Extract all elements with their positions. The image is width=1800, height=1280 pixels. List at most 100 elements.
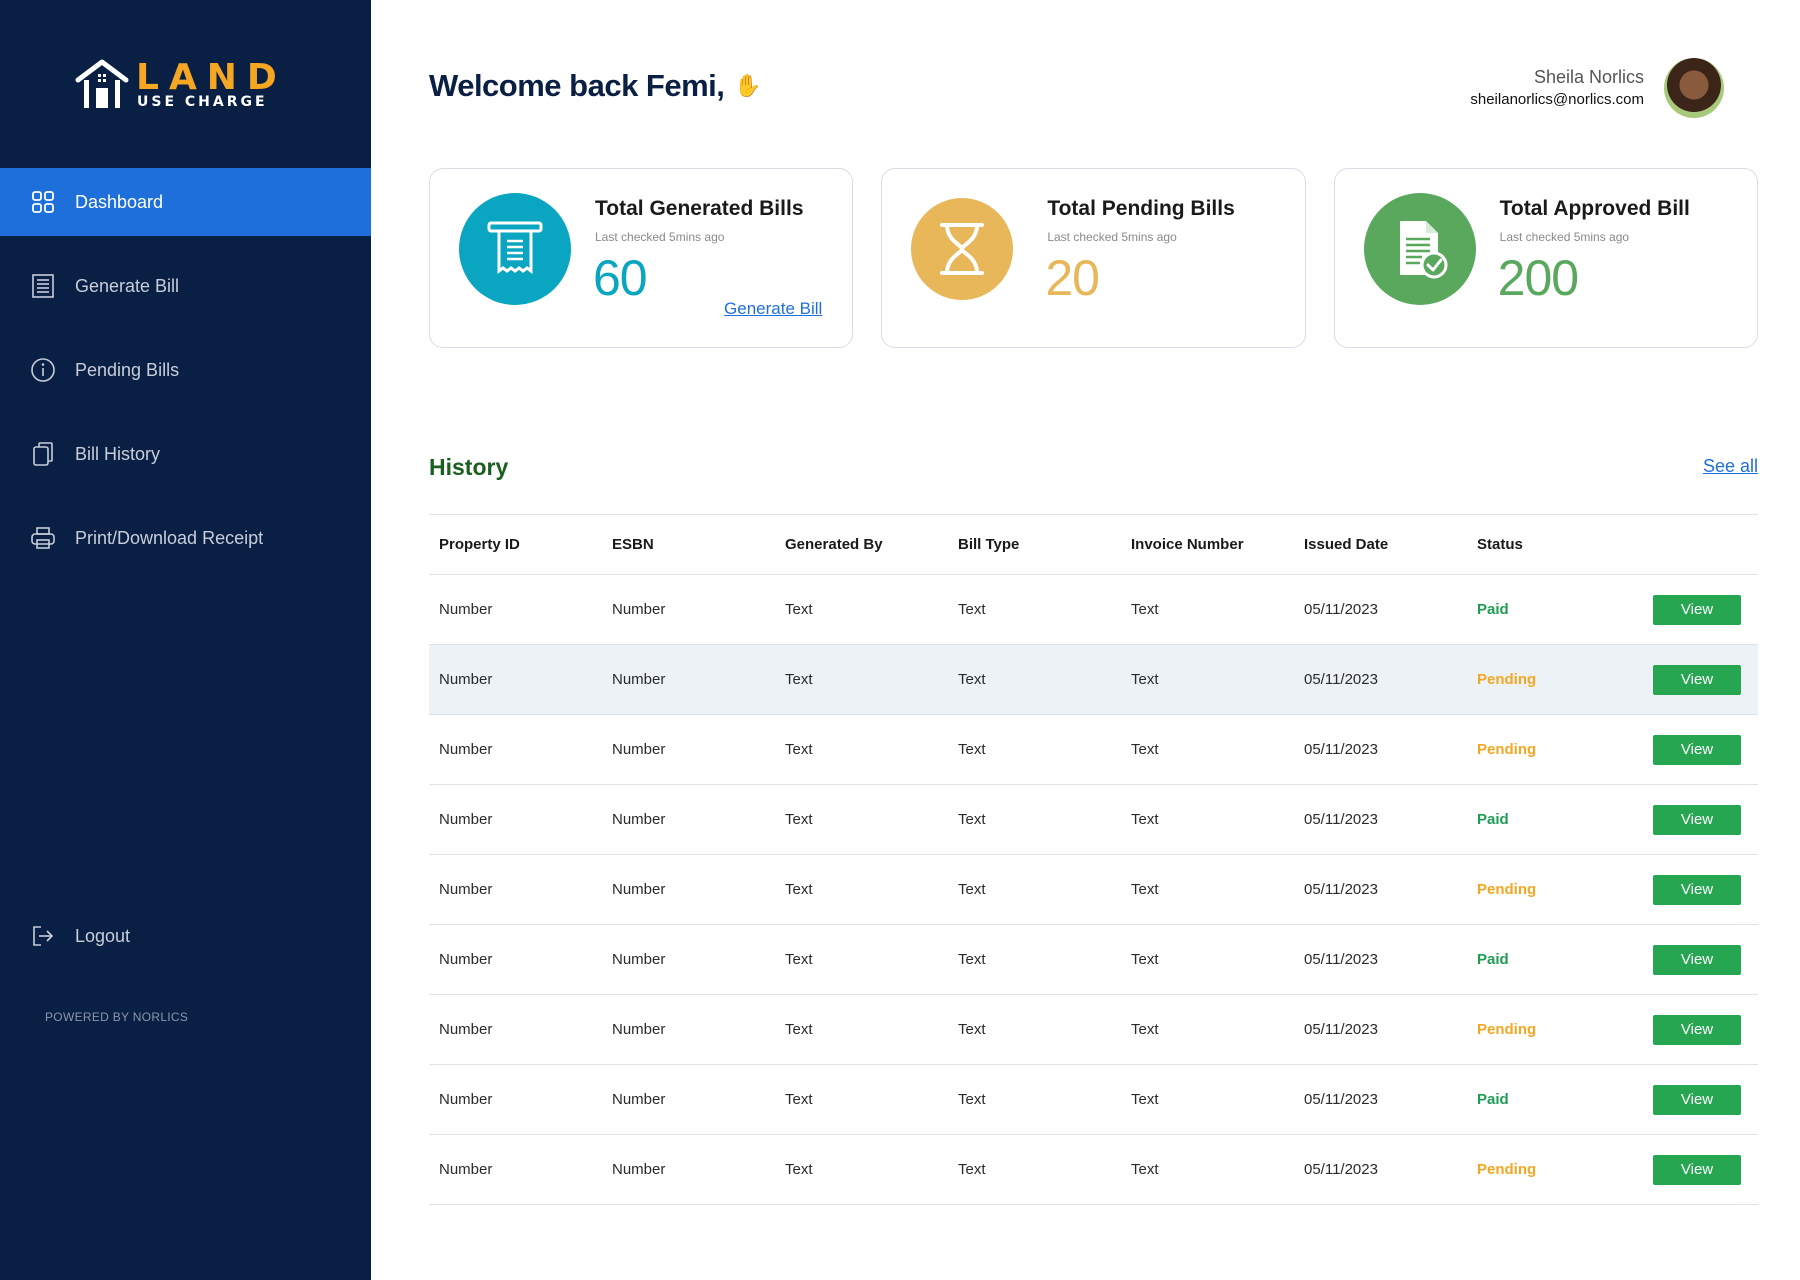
table-row[interactable]: Number Number Text Text Text 05/11/2023 Paid Vi… [429,1064,1758,1135]
status-badge: Pending [1467,644,1640,715]
status-badge: Pending [1467,1134,1640,1205]
cell-invoice-number: Text [1121,784,1294,855]
sidebar-item-generate-bill[interactable]: Generate Bill [0,252,371,320]
sidebar-item-bill-history[interactable]: Bill History [0,420,371,488]
card-value: 60 [593,250,648,306]
action-cell: View [1640,854,1758,925]
user-profile[interactable]: Sheila Norlics sheilanorlics@norlics.com [1470,58,1724,118]
cell-bill-type: Text [948,644,1121,715]
view-button[interactable]: View [1653,944,1741,975]
column-header: Invoice Number [1121,514,1294,575]
user-name: Sheila Norlics [1533,67,1644,87]
receipt-icon [30,273,56,299]
table-header-row: Property ID ESBN Generated By Bill Type … [429,514,1758,575]
history-table: Property ID ESBN Generated By Bill Type … [429,514,1758,1205]
table-row[interactable]: Number Number Text Text Text 05/11/2023 Pendin… [429,854,1758,925]
cell-invoice-number: Text [1121,574,1294,645]
sidebar-nav: Dashboard Generate Bill Pending Bills Bi… [0,168,371,588]
cell-invoice-number: Text [1121,1134,1294,1205]
cell-invoice-number: Text [1121,994,1294,1065]
column-header: Property ID [429,514,602,575]
cell-esbn: Number [602,1064,775,1135]
cell-bill-type: Text [948,574,1121,645]
card-pending-bills: Total Pending Bills Last checked 5mins a… [881,168,1306,348]
column-header-actions [1640,514,1758,575]
action-cell: View [1640,994,1758,1065]
status-badge: Pending [1467,714,1640,785]
cell-bill-type: Text [948,714,1121,785]
page-title: Welcome back Femi, ✋ [429,68,762,104]
view-button[interactable]: View [1653,804,1741,835]
view-button[interactable]: View [1653,734,1741,765]
waving-hand-icon: ✋ [734,73,762,98]
cell-invoice-number: Text [1121,924,1294,995]
cell-bill-type: Text [948,924,1121,995]
user-email: sheilanorlics@norlics.com [1470,91,1644,108]
view-button[interactable]: View [1653,1084,1741,1115]
view-button[interactable]: View [1653,874,1741,905]
cell-esbn: Number [602,854,775,925]
action-cell: View [1640,924,1758,995]
printer-icon [30,525,56,551]
sidebar-item-label: Bill History [75,443,161,464]
cell-esbn: Number [602,644,775,715]
grid-icon [30,189,56,215]
card-title: Total Pending Bills [1047,197,1235,220]
card-title: Total Approved Bill [1499,197,1690,220]
cell-issued-date: 05/11/2023 [1294,994,1467,1065]
welcome-text: Welcome back Femi, [429,68,725,103]
table-row[interactable]: Number Number Text Text Text 05/11/2023 Pendin… [429,644,1758,715]
table-row[interactable]: Number Number Text Text Text 05/11/2023 Paid Vi… [429,924,1758,995]
cell-issued-date: 05/11/2023 [1294,644,1467,715]
generate-bill-link[interactable]: Generate Bill [724,299,822,319]
status-badge: Paid [1467,1064,1640,1135]
see-all-link[interactable]: See all [1703,456,1758,477]
cell-property-id: Number [429,924,602,995]
column-header: Status [1467,514,1640,575]
history-table-body: Number Number Text Text Text 05/11/2023 Paid Vi… [429,574,1758,1205]
cell-property-id: Number [429,574,602,645]
card-subtitle: Last checked 5mins ago [1047,230,1177,244]
cell-issued-date: 05/11/2023 [1294,714,1467,785]
table-row[interactable]: Number Number Text Text Text 05/11/2023 Pendin… [429,994,1758,1065]
table-row[interactable]: Number Number Text Text Text 05/11/2023 Pendin… [429,1134,1758,1205]
view-button[interactable]: View [1653,664,1741,695]
sidebar-item-dashboard[interactable]: Dashboard [0,168,371,236]
cell-generated-by: Text [775,574,948,645]
column-header: ESBN [602,514,775,575]
cell-issued-date: 05/11/2023 [1294,924,1467,995]
cell-bill-type: Text [948,994,1121,1065]
table-row[interactable]: Number Number Text Text Text 05/11/2023 Paid Vi… [429,784,1758,855]
action-cell: View [1640,644,1758,715]
logo[interactable]: LAND USE CHARGE [74,58,277,114]
cell-generated-by: Text [775,924,948,995]
view-button[interactable]: View [1653,1154,1741,1185]
avatar[interactable] [1664,58,1724,118]
cell-property-id: Number [429,1064,602,1135]
cell-bill-type: Text [948,1064,1121,1135]
view-button[interactable]: View [1653,594,1741,625]
status-badge: Paid [1467,784,1640,855]
cell-property-id: Number [429,854,602,925]
logout-button[interactable]: Logout [0,902,371,970]
table-row[interactable]: Number Number Text Text Text 05/11/2023 Paid Vi… [429,574,1758,645]
status-badge: Paid [1467,574,1640,645]
sidebar-item-print-download-receipt[interactable]: Print/Download Receipt [0,504,371,572]
cell-invoice-number: Text [1121,854,1294,925]
status-badge: Pending [1467,994,1640,1065]
sidebar-item-pending-bills[interactable]: Pending Bills [0,336,371,404]
info-icon [30,357,56,383]
action-cell: View [1640,1064,1758,1135]
cell-generated-by: Text [775,644,948,715]
card-value: 200 [1497,250,1579,306]
logout-section: Logout [0,902,371,986]
cell-invoice-number: Text [1121,644,1294,715]
table-row[interactable]: Number Number Text Text Text 05/11/2023 Pendin… [429,714,1758,785]
view-button[interactable]: View [1653,1014,1741,1045]
copy-icon [30,441,56,467]
card-subtitle: Last checked 5mins ago [1499,230,1630,244]
sidebar-item-label: Generate Bill [75,275,180,296]
cell-issued-date: 05/11/2023 [1294,784,1467,855]
action-cell: View [1640,574,1758,645]
logo-subtitle: USE CHARGE [137,94,268,110]
